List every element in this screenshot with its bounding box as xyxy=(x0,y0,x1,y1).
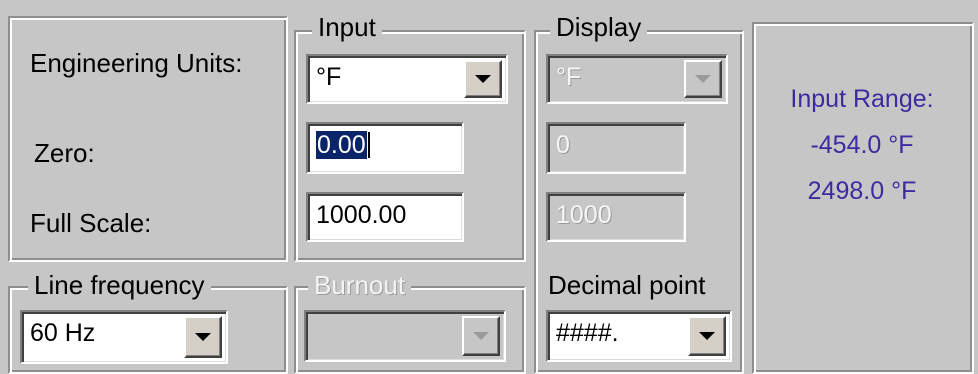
display-units-dropdown-button xyxy=(684,60,722,98)
chevron-down-icon xyxy=(699,332,715,340)
line-frequency-combo[interactable]: 60 Hz xyxy=(20,310,228,364)
input-units-dropdown-button[interactable] xyxy=(464,60,502,98)
chevron-down-icon xyxy=(475,75,491,83)
input-group-title: Input xyxy=(312,12,382,42)
input-zero-value: 0.00 xyxy=(316,131,367,159)
decimal-point-combo[interactable]: ####. xyxy=(546,310,732,362)
input-range-max: 2498.0 °F xyxy=(807,177,917,205)
display-units-combo: °F xyxy=(546,54,728,104)
line-frequency-dropdown-button[interactable] xyxy=(184,316,222,358)
display-group-title: Display xyxy=(550,12,648,42)
display-zero-value: 0 xyxy=(556,131,570,159)
chevron-down-icon xyxy=(473,332,489,340)
engineering-units-label: Engineering Units: xyxy=(30,48,243,78)
full-scale-label: Full Scale: xyxy=(30,208,152,238)
display-units-value: °F xyxy=(556,63,582,91)
chevron-down-icon xyxy=(695,75,711,83)
display-full-scale-field: 1000 xyxy=(546,192,686,242)
burnout-combo xyxy=(304,310,506,362)
decimal-point-label: Decimal point xyxy=(548,270,706,300)
burnout-title: Burnout xyxy=(308,270,412,300)
decimal-point-value: ####. xyxy=(556,319,619,347)
input-range-label: Input Range: xyxy=(790,85,934,113)
input-range-min: -454.0 °F xyxy=(810,131,914,159)
input-units-combo[interactable]: °F xyxy=(306,54,508,104)
decimal-point-dropdown-button[interactable] xyxy=(688,316,726,356)
line-frequency-title: Line frequency xyxy=(28,270,211,300)
chevron-down-icon xyxy=(195,333,211,341)
thermocouple-config-panel: Engineering Units: Zero: Full Scale: Inp… xyxy=(0,0,978,374)
display-full-scale-value: 1000 xyxy=(556,201,612,229)
line-frequency-value: 60 Hz xyxy=(30,319,96,347)
input-zero-field[interactable]: 0.00 xyxy=(306,122,464,174)
display-zero-field: 0 xyxy=(546,122,686,174)
burnout-dropdown-button xyxy=(462,316,500,356)
input-full-scale-field[interactable]: 1000.00 xyxy=(306,192,464,242)
text-caret xyxy=(367,132,370,158)
input-units-value: °F xyxy=(316,63,342,91)
zero-label: Zero: xyxy=(34,138,95,168)
input-full-scale-value: 1000.00 xyxy=(316,201,407,229)
